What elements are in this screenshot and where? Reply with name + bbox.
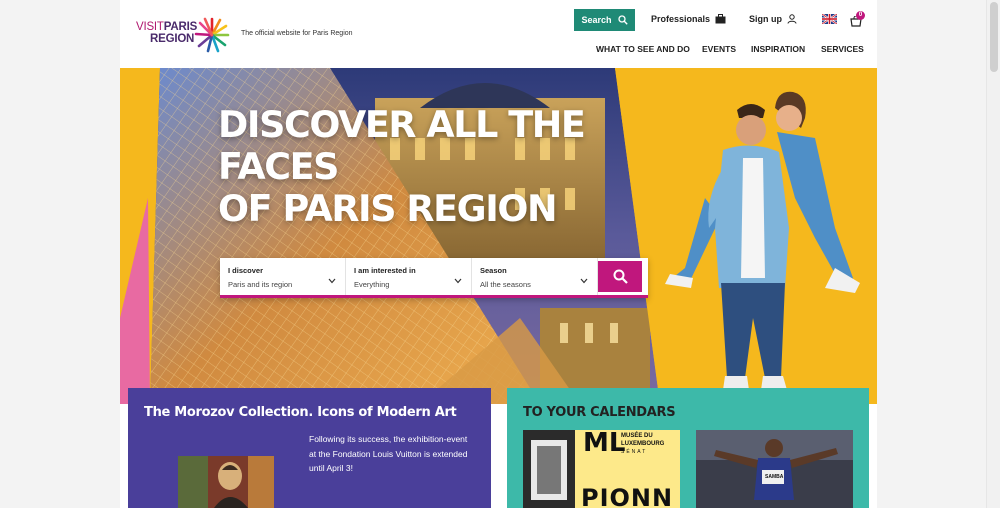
header-search-button[interactable]: Search — [574, 9, 635, 31]
uk-flag-icon[interactable] — [822, 14, 837, 24]
season-select[interactable]: Season All the seasons — [472, 258, 598, 295]
interest-label: I am interested in — [354, 266, 416, 275]
interest-select[interactable]: I am interested in Everything — [346, 258, 472, 295]
logo-visit: VISIT — [136, 21, 164, 33]
feature-card-title[interactable]: The Morozov Collection. Icons of Modern … — [144, 405, 457, 420]
logo-wordmark: VISITPARIS REGION — [136, 21, 197, 45]
chevron-down-icon — [580, 278, 588, 284]
search-icon — [617, 15, 628, 25]
nav-what-to-see[interactable]: WHAT TO SEE AND DO — [596, 44, 690, 54]
discover-label: I discover — [228, 266, 264, 275]
professionals-label: Professionals — [651, 14, 711, 24]
morozov-painting-image — [178, 456, 274, 508]
nav-services[interactable]: SERVICES — [821, 44, 864, 54]
cart-count-badge: 0 — [856, 11, 865, 20]
calendars-section: TO YOUR CALENDARS ML MUSÉE DU LUXEMBOURG… — [507, 388, 869, 508]
hero-banner: DISCOVER ALL THE FACES OF PARIS REGION I… — [120, 68, 877, 404]
scrollbar[interactable] — [986, 0, 1000, 508]
logo-tagline: The official website for Paris Region — [241, 30, 353, 37]
nav-events[interactable]: EVENTS — [702, 44, 736, 54]
luxembourg-logo-line1: MUSÉE DU — [621, 433, 653, 439]
hero-title-line2: OF PARIS REGION — [218, 187, 558, 230]
hero-couple-photo — [665, 91, 860, 390]
luxembourg-poster-text: PIONN — [581, 484, 674, 508]
scrollbar-thumb[interactable] — [990, 2, 998, 72]
logo-burst-icon — [194, 17, 230, 53]
chevron-down-icon — [454, 278, 462, 284]
hero-title-line1: DISCOVER ALL THE FACES — [218, 103, 586, 188]
logo-region: REGION — [150, 33, 195, 45]
calendars-title: TO YOUR CALENDARS — [523, 405, 676, 420]
hero-title: DISCOVER ALL THE FACES OF PARIS REGION — [218, 104, 698, 230]
site-logo[interactable]: VISITPARIS REGION The official website f… — [136, 17, 356, 53]
athletics-event-thumbnail[interactable]: SAMBA — [696, 430, 853, 508]
feature-card-description: Following its success, the exhibition-ev… — [309, 434, 468, 473]
signup-label: Sign up — [749, 14, 782, 24]
season-label: Season — [480, 266, 507, 275]
user-icon — [787, 14, 797, 24]
discover-select[interactable]: I discover Paris and its region — [220, 258, 346, 295]
season-value: All the seasons — [480, 280, 531, 289]
interest-value: Everything — [354, 280, 390, 289]
header-search-label: Search — [581, 15, 612, 25]
luxembourg-logo-line2: LUXEMBOURG — [621, 441, 665, 447]
briefcase-icon — [715, 14, 726, 24]
luxembourg-logo-letters: ML — [583, 430, 626, 458]
luxembourg-logo-line3: SÉNAT — [621, 449, 648, 455]
nav-inspiration[interactable]: INSPIRATION — [751, 44, 805, 54]
feature-card-morozov[interactable]: The Morozov Collection. Icons of Modern … — [128, 388, 491, 508]
hero-search-form: I discover Paris and its region I am int… — [220, 258, 648, 298]
logo-paris: PARIS — [163, 21, 198, 33]
hero-search-submit-button[interactable] — [598, 261, 642, 292]
chevron-down-icon — [328, 278, 336, 284]
athlete-photo — [696, 430, 853, 508]
search-icon — [613, 269, 628, 284]
cart-button[interactable]: 0 — [850, 11, 866, 27]
professionals-link[interactable]: Professionals — [651, 14, 726, 24]
luxembourg-event-thumbnail[interactable]: ML MUSÉE DU LUXEMBOURG SÉNAT PIONN — [523, 430, 680, 508]
discover-value: Paris and its region — [228, 280, 293, 289]
athlete-bib-text: SAMBA — [765, 474, 784, 480]
signup-link[interactable]: Sign up — [749, 14, 797, 24]
